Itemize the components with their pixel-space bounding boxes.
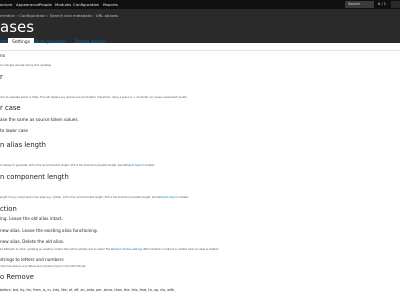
admin-toolbar: acture Appearance People Modules Configu… — [0, 0, 400, 9]
max-alias-length-heading: n alias length — [0, 141, 46, 149]
tab-delete-aliases[interactable]: Delete aliases — [75, 40, 106, 45]
toolbar-item-people[interactable]: People — [39, 2, 52, 7]
toolbar-item-structure[interactable]: acture — [0, 2, 12, 7]
strings-to-remove-field[interactable]: before, but, by, for, from, is, in, into… — [0, 288, 175, 292]
pathauto-help-link[interactable]: Pathauto help — [123, 164, 140, 167]
max-component-length-description: ength of any component in the alias (e.g… — [0, 196, 189, 199]
toolbar-search[interactable]: Search — [345, 1, 374, 8]
separator-heading: r — [0, 73, 3, 81]
toolbar-item-configuration[interactable]: Configuration — [73, 2, 99, 7]
strings-to-remove-heading: o Remove — [0, 273, 34, 281]
tab-bulk-generate[interactable]: Bulk generate — [35, 40, 66, 45]
case-option-leave[interactable]: ase the same as source token values. — [0, 117, 79, 122]
toolbar-item-modules[interactable]: Modules — [55, 2, 71, 7]
tabs-divider — [0, 50, 400, 51]
toolbar-counter: 6 / 1 — [378, 2, 387, 6]
update-action-option-delete[interactable]: new alias. Delete the old alias. — [0, 239, 64, 244]
case-heading: r case — [0, 104, 21, 112]
toolbar-item-reports[interactable]: Reports — [103, 2, 118, 7]
transliterate-description: ntain the alias to only letters and numb… — [0, 265, 87, 268]
max-alias-length-description: of aliases to generate. 100 is the recom… — [0, 164, 155, 167]
case-option-lower[interactable]: to lower case — [0, 128, 28, 133]
update-action-option-nothing[interactable]: ing. Leave the old alias intact. — [0, 216, 63, 221]
verbose-heading: ns — [0, 54, 6, 59]
toolbar-search-label: Search — [348, 2, 361, 6]
tab-settings[interactable]: Settings — [8, 38, 35, 47]
update-action-heading: ction — [0, 205, 17, 213]
redirect-settings-link[interactable]: Redirect module settings — [111, 248, 142, 251]
update-action-option-leave[interactable]: new alias. Leave the existing alias func… — [0, 228, 98, 233]
pathauto-help-link-2[interactable]: Pathauto help — [157, 196, 174, 199]
verbose-description: se changes (except during bulk updates). — [0, 64, 52, 67]
toolbar-user-button[interactable] — [391, 1, 400, 8]
separator-description: cter to separate words in titles. This w… — [0, 96, 188, 99]
max-component-length-heading: n component length — [0, 173, 69, 181]
transliterate-option[interactable]: strings to letters and numbers — [0, 257, 64, 262]
update-action-description: ke Pathauto do when updating an existing… — [0, 248, 220, 251]
page-title: ases — [0, 18, 35, 36]
toolbar-item-appearance[interactable]: Appearance — [16, 2, 39, 7]
